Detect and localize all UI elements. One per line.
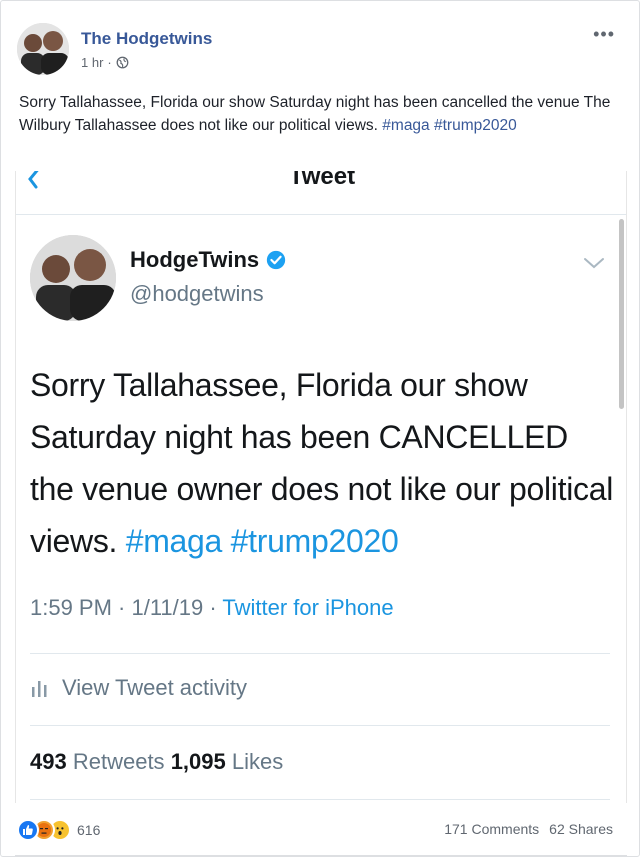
post-caption: Sorry Tallahassee, Florida our show Satu… [19,91,619,137]
divider [30,725,610,726]
likes-label: Likes [231,749,284,774]
divider [30,799,610,800]
post-footer: 616 171 Comments 62 Shares [17,815,613,845]
activity-label: View Tweet activity [62,675,248,700]
post-time[interactable]: 1 hr [81,55,103,70]
divider [30,653,610,654]
caption-text: Sorry Tallahassee, Florida our show Satu… [19,94,611,134]
page-avatar[interactable] [17,23,69,75]
reactions-summary[interactable]: 616 [17,819,100,841]
shares-count-link[interactable]: 62 Shares [549,821,613,837]
tweet-timestamp: 1:59 PM · 1/11/19 · Twitter for iPhone [30,595,394,621]
meta-separator: · [107,55,112,70]
page-name-link[interactable]: The Hodgetwins [81,29,212,49]
tweet-display-name: HodgeTwins [130,247,287,273]
post-meta: 1 hr · [81,55,129,70]
facebook-post: The Hodgetwins 1 hr · ••• Sorry Tallahas… [0,0,640,857]
retweets-label: Retweets [72,749,165,774]
verified-badge-icon [266,250,286,270]
bar-chart-icon [32,681,47,697]
tweet-activity: View Tweet activity [30,675,247,701]
tweet-nav-title: Tweet [288,171,356,190]
engagement-counts: 171 Comments 62 Shares [444,821,613,837]
post-header: The Hodgetwins 1 hr · ••• [17,23,625,79]
globe-icon [116,56,129,69]
more-options-button[interactable]: ••• [593,25,615,43]
tweet-screenshot-image[interactable]: Tweet HodgeTwins @hodgetwins Sorry Talla… [15,171,627,803]
timestamp-text: 1:59 PM · 1/11/19 · [30,595,223,620]
tweet-avatar [30,235,116,321]
tweet-handle: @hodgetwins [130,281,264,306]
divider [15,855,627,856]
chevron-down-icon [584,258,604,269]
comments-count-link[interactable]: 171 Comments [444,821,539,837]
tweet-stats: 493 Retweets 1,095 Likes [30,749,283,775]
likes-count: 1,095 [170,749,226,774]
tweet-nav-bar: Tweet [16,171,626,215]
like-reaction-icon [17,819,39,841]
reaction-count: 616 [77,822,101,838]
tweet-hashtag: #maga [125,523,223,559]
hashtag-link[interactable]: #maga [382,117,429,134]
tweet-hashtag: #trump2020 [230,523,399,559]
retweets-count: 493 [30,749,67,774]
tweet-source: Twitter for iPhone [222,595,394,620]
hashtag-link[interactable]: #trump2020 [434,117,517,134]
tweet-text: Sorry Tallahassee, Florida our show Satu… [30,359,620,567]
display-name-text: HodgeTwins [130,247,260,272]
